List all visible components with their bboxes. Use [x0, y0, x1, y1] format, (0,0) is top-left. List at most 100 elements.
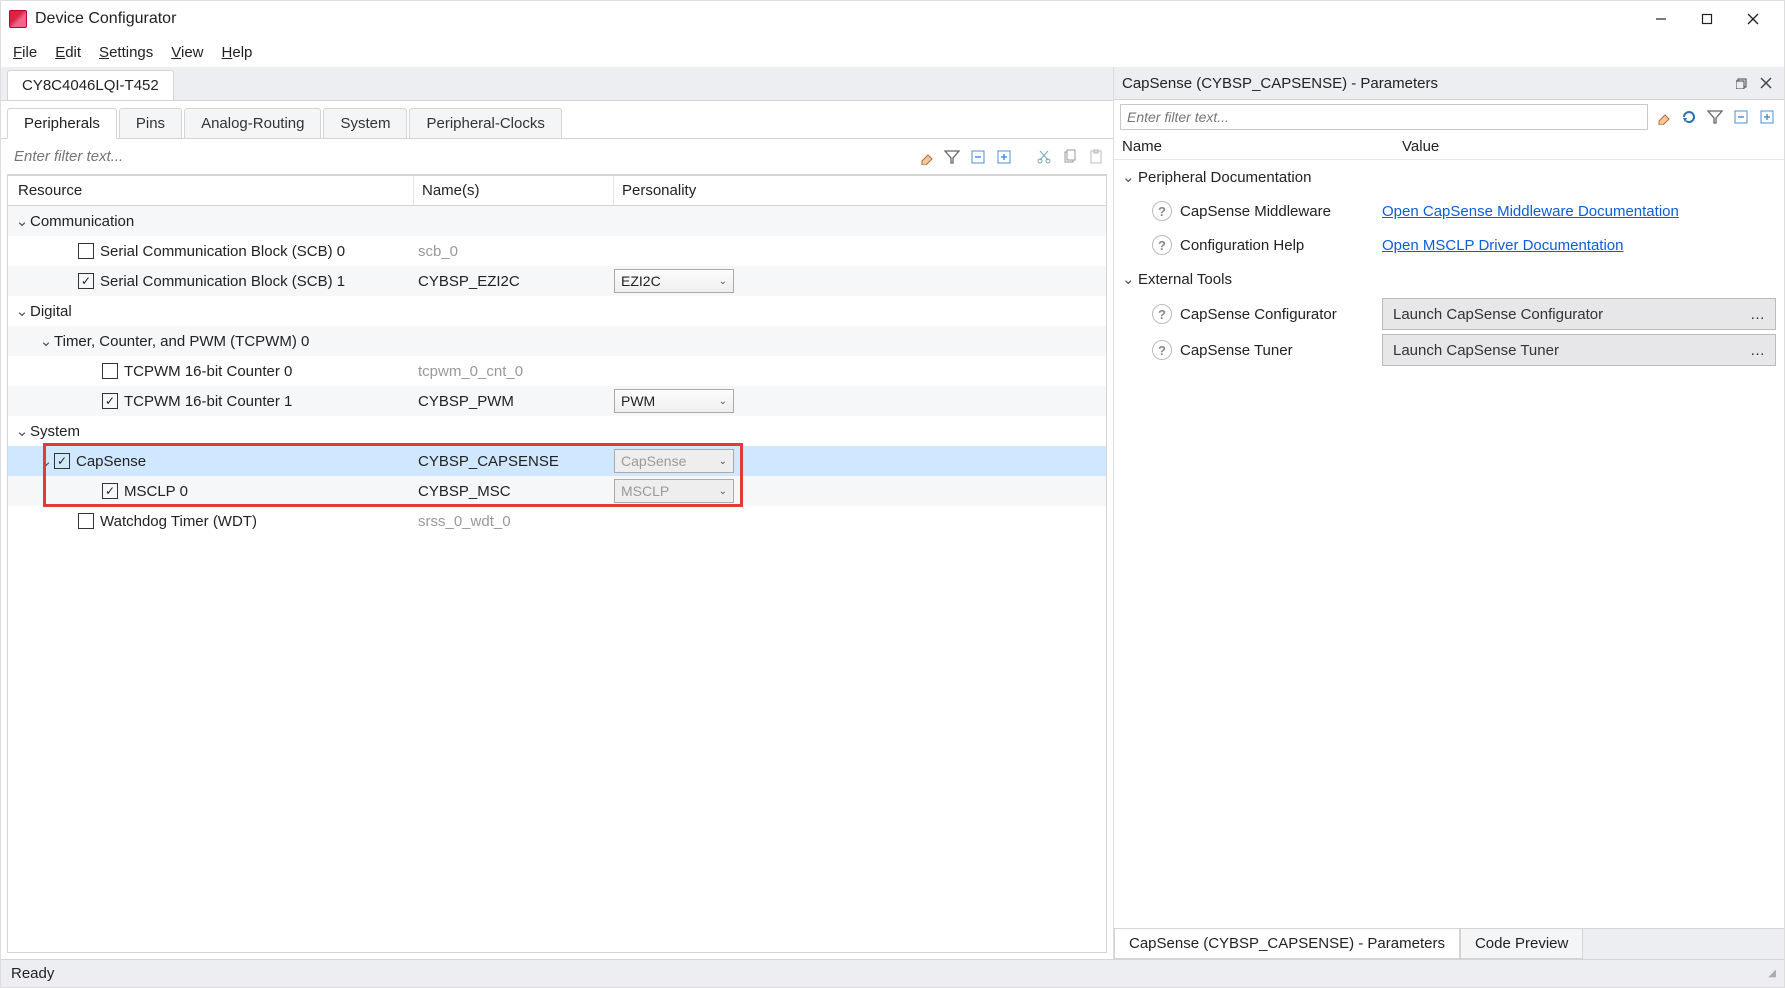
menu-view[interactable]: View: [171, 44, 203, 61]
name-wdt[interactable]: srss_0_wdt_0: [414, 513, 614, 530]
tree-item-tcpwm-cnt1[interactable]: ·TCPWM 16-bit Counter 1 CYBSP_PWM PWM⌄: [8, 386, 1106, 416]
chevron-down-icon[interactable]: ⌄: [14, 212, 30, 230]
resize-grip-icon[interactable]: ◢: [1768, 968, 1774, 979]
maximize-button[interactable]: [1684, 4, 1730, 34]
chevron-down-icon[interactable]: ⌄: [1122, 168, 1138, 186]
param-capsense-tuner: ?CapSense Tuner Launch CapSense Tuner…: [1114, 332, 1784, 368]
bottom-tab-parameters[interactable]: CapSense (CYBSP_CAPSENSE) - Parameters: [1114, 929, 1460, 959]
filter-input[interactable]: [7, 143, 911, 170]
checkbox-capsense[interactable]: [54, 453, 70, 469]
app-icon: [9, 10, 27, 28]
tab-pins[interactable]: Pins: [119, 108, 182, 139]
menu-settings[interactable]: Settings: [99, 44, 153, 61]
copy-icon[interactable]: [1059, 146, 1081, 168]
col-names[interactable]: Name(s): [414, 176, 614, 205]
personality-select-capsense[interactable]: CapSense⌄: [614, 449, 734, 473]
name-cnt0[interactable]: tcpwm_0_cnt_0: [414, 363, 614, 380]
statusbar: Ready ◢: [1, 959, 1784, 987]
tree-item-msclp[interactable]: ·MSCLP 0 CYBSP_MSC MSCLP⌄: [8, 476, 1106, 506]
restore-panel-icon[interactable]: [1732, 73, 1752, 93]
close-panel-icon[interactable]: [1756, 73, 1776, 93]
collapse-all-icon[interactable]: [1730, 106, 1752, 128]
titlebar: Device Configurator: [1, 1, 1784, 37]
paste-icon[interactable]: [1085, 146, 1107, 168]
launch-capsense-configurator-button[interactable]: Launch CapSense Configurator…: [1382, 298, 1776, 330]
name-scb0[interactable]: scb_0: [414, 243, 614, 260]
tree-group-system[interactable]: ⌄System: [8, 416, 1106, 446]
param-capsense-middleware: ?CapSense Middleware Open CapSense Middl…: [1114, 194, 1784, 228]
close-button[interactable]: [1730, 4, 1776, 34]
tree-group-digital[interactable]: ⌄Digital: [8, 296, 1106, 326]
device-tab-row: CY8C4046LQI-T452: [1, 67, 1113, 101]
help-icon[interactable]: ?: [1152, 201, 1172, 221]
col-resource[interactable]: Resource: [14, 176, 414, 205]
param-group-documentation[interactable]: ⌄ Peripheral Documentation: [1114, 160, 1784, 194]
filter-icon[interactable]: [941, 146, 963, 168]
param-configuration-help: ?Configuration Help Open MSCLP Driver Do…: [1114, 228, 1784, 262]
tree-item-capsense[interactable]: ⌄CapSense CYBSP_CAPSENSE CapSense⌄: [8, 446, 1106, 476]
cut-icon[interactable]: [1033, 146, 1055, 168]
launch-capsense-tuner-button[interactable]: Launch CapSense Tuner…: [1382, 334, 1776, 366]
tab-peripherals[interactable]: Peripherals: [7, 108, 117, 139]
tree-item-scb0[interactable]: ·Serial Communication Block (SCB) 0 scb_…: [8, 236, 1106, 266]
tree-item-tcpwm-cnt0[interactable]: ·TCPWM 16-bit Counter 0 tcpwm_0_cnt_0: [8, 356, 1106, 386]
tab-peripheral-clocks[interactable]: Peripheral-Clocks: [409, 108, 561, 139]
tab-system[interactable]: System: [323, 108, 407, 139]
parameters-panel: CapSense (CYBSP_CAPSENSE) - Parameters N…: [1114, 67, 1784, 959]
window-controls: [1638, 4, 1776, 34]
chevron-down-icon[interactable]: ⌄: [14, 302, 30, 320]
parameters-body: ⌄ Peripheral Documentation ?CapSense Mid…: [1114, 160, 1784, 928]
chevron-down-icon[interactable]: ⌄: [38, 452, 54, 470]
minimize-button[interactable]: [1638, 4, 1684, 34]
main-panel: CY8C4046LQI-T452 Peripherals Pins Analog…: [1, 67, 1114, 959]
col-personality[interactable]: Personality: [614, 176, 1106, 205]
help-icon[interactable]: ?: [1152, 304, 1172, 324]
menu-file[interactable]: File: [13, 44, 37, 61]
tree-column-header: Resource Name(s) Personality: [8, 175, 1106, 206]
filter-icon[interactable]: [1704, 106, 1726, 128]
checkbox-wdt[interactable]: [78, 513, 94, 529]
eraser-icon[interactable]: [1652, 106, 1674, 128]
checkbox-msclp[interactable]: [102, 483, 118, 499]
status-text: Ready: [11, 965, 54, 982]
eraser-icon[interactable]: [915, 146, 937, 168]
checkbox-cnt1[interactable]: [102, 393, 118, 409]
tree-group-tcpwm[interactable]: ⌄Timer, Counter, and PWM (TCPWM) 0: [8, 326, 1106, 356]
help-icon[interactable]: ?: [1152, 235, 1172, 255]
tree-group-communication[interactable]: ⌄Communication: [8, 206, 1106, 236]
param-group-external-tools[interactable]: ⌄ External Tools: [1114, 262, 1784, 296]
collapse-all-icon[interactable]: [967, 146, 989, 168]
name-msclp[interactable]: CYBSP_MSC: [414, 483, 614, 500]
checkbox-scb0[interactable]: [78, 243, 94, 259]
param-col-value[interactable]: Value: [1402, 138, 1776, 155]
param-col-name[interactable]: Name: [1122, 138, 1402, 155]
expand-all-icon[interactable]: [1756, 106, 1778, 128]
right-bottom-tabs: CapSense (CYBSP_CAPSENSE) - Parameters C…: [1114, 928, 1784, 959]
name-cnt1[interactable]: CYBSP_PWM: [414, 393, 614, 410]
parameters-title: CapSense (CYBSP_CAPSENSE) - Parameters: [1122, 75, 1438, 92]
menu-help[interactable]: Help: [222, 44, 253, 61]
tree-item-scb1[interactable]: ·Serial Communication Block (SCB) 1 CYBS…: [8, 266, 1106, 296]
parameters-filter-input[interactable]: [1120, 104, 1648, 130]
tree-item-wdt[interactable]: ·Watchdog Timer (WDT) srss_0_wdt_0: [8, 506, 1106, 536]
chevron-down-icon[interactable]: ⌄: [14, 422, 30, 440]
help-icon[interactable]: ?: [1152, 340, 1172, 360]
personality-select-cnt1[interactable]: PWM⌄: [614, 389, 734, 413]
name-scb1[interactable]: CYBSP_EZI2C: [414, 273, 614, 290]
parameters-header: Name Value: [1114, 134, 1784, 160]
expand-all-icon[interactable]: [993, 146, 1015, 168]
link-msclp-driver-doc[interactable]: Open MSCLP Driver Documentation: [1382, 237, 1624, 254]
personality-select-scb1[interactable]: EZI2C⌄: [614, 269, 734, 293]
checkbox-cnt0[interactable]: [102, 363, 118, 379]
link-capsense-middleware-doc[interactable]: Open CapSense Middleware Documentation: [1382, 203, 1679, 220]
bottom-tab-code-preview[interactable]: Code Preview: [1460, 929, 1583, 959]
personality-select-msclp[interactable]: MSCLP⌄: [614, 479, 734, 503]
chevron-down-icon[interactable]: ⌄: [38, 332, 54, 350]
checkbox-scb1[interactable]: [78, 273, 94, 289]
refresh-icon[interactable]: [1678, 106, 1700, 128]
device-tab[interactable]: CY8C4046LQI-T452: [7, 70, 174, 100]
menu-edit[interactable]: Edit: [55, 44, 81, 61]
tab-analog-routing[interactable]: Analog-Routing: [184, 108, 321, 139]
chevron-down-icon[interactable]: ⌄: [1122, 270, 1138, 288]
name-capsense[interactable]: CYBSP_CAPSENSE: [414, 453, 614, 470]
